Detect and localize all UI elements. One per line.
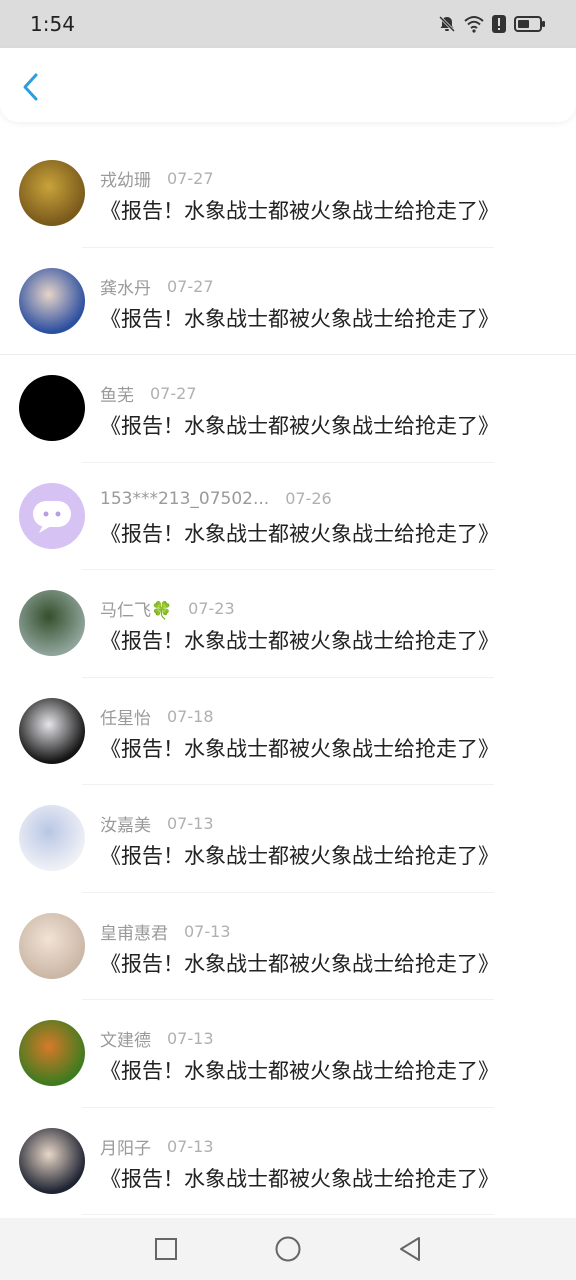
- comment-item[interactable]: 鱼芜 07-27 《报告！水象战士都被火象战士给抢走了》: [0, 355, 576, 463]
- user-name[interactable]: 汝嘉美: [100, 811, 151, 836]
- comment-list[interactable]: 戎幼珊 07-27 《报告！水象战士都被火象战士给抢走了》 龚水丹 07-27 《报告！水…: [0, 122, 576, 1218]
- comment-meta: 汝嘉美 07-13: [100, 811, 214, 836]
- comment-text[interactable]: 《报告！水象战士都被火象战士给抢走了》: [100, 1055, 499, 1085]
- comment-date: 07-23: [188, 599, 235, 618]
- user-name[interactable]: 马仁飞🍀: [100, 596, 172, 621]
- comment-text[interactable]: 《报告！水象战士都被火象战士给抢走了》: [100, 840, 499, 870]
- comment-date: 07-18: [167, 706, 214, 726]
- triangle-back-icon: [400, 1237, 420, 1261]
- system-nav-bar: [0, 1218, 576, 1280]
- comment-item[interactable]: 任星怡 07-18 《报告！水象战士都被火象战士给抢走了》: [0, 678, 576, 785]
- comment-text[interactable]: 《报告！水象战士都被火象战士给抢走了》: [100, 518, 499, 548]
- comment-date: 07-13: [184, 921, 231, 941]
- comment-meta: 戎幼珊 07-27: [100, 166, 214, 191]
- recents-button[interactable]: [149, 1232, 183, 1266]
- comment-meta: 文建德 07-13: [100, 1026, 214, 1051]
- comment-text[interactable]: 《报告！水象战士都被火象战士给抢走了》: [100, 625, 499, 655]
- avatar[interactable]: [19, 1020, 85, 1086]
- comment-meta: 皇甫惠君 07-13: [100, 919, 231, 944]
- wifi-icon: [464, 16, 484, 33]
- divider: [82, 1214, 494, 1215]
- comment-item[interactable]: 马仁飞🍀 07-23 《报告！水象战士都被火象战士给抢走了》: [0, 570, 576, 678]
- comment-date: 07-26: [285, 489, 332, 508]
- comment-date: 07-27: [150, 384, 197, 403]
- comment-text[interactable]: 《报告！水象战士都被火象战士给抢走了》: [100, 1163, 499, 1193]
- user-name[interactable]: 戎幼珊: [100, 166, 151, 191]
- comment-meta: 153***213_07502... 07-26: [100, 489, 332, 509]
- comment-text[interactable]: 《报告！水象战士都被火象战士给抢走了》: [100, 733, 499, 763]
- comment-date: 07-27: [167, 169, 214, 188]
- comment-item[interactable]: 戎幼珊 07-27 《报告！水象战士都被火象战士给抢走了》: [0, 140, 576, 248]
- user-name[interactable]: 月阳子: [100, 1134, 151, 1159]
- circle-icon: [275, 1236, 301, 1262]
- user-name[interactable]: 153***213_07502...: [100, 489, 269, 509]
- comment-text[interactable]: 《报告！水象战士都被火象战士给抢走了》: [100, 948, 499, 978]
- comment-item[interactable]: 汝嘉美 07-13 《报告！水象战士都被火象战士给抢走了》: [0, 785, 576, 893]
- nav-back-button[interactable]: [393, 1232, 427, 1266]
- user-name[interactable]: 龚水丹: [100, 274, 151, 299]
- chat-bubble-icon: [33, 500, 71, 533]
- comment-text[interactable]: 《报告！水象战士都被火象战士给抢走了》: [100, 410, 499, 440]
- comment-text[interactable]: 《报告！水象战士都被火象战士给抢走了》: [100, 195, 499, 225]
- comment-meta: 月阳子 07-13: [100, 1134, 214, 1159]
- back-button[interactable]: [14, 70, 48, 104]
- user-name[interactable]: 皇甫惠君: [100, 919, 168, 944]
- user-name[interactable]: 任星怡: [100, 704, 151, 729]
- avatar[interactable]: [19, 1127, 85, 1194]
- avatar[interactable]: [19, 375, 85, 441]
- comment-item[interactable]: 文建德 07-13 《报告！水象战士都被火象战士给抢走了》: [0, 1000, 576, 1108]
- header: [0, 48, 576, 122]
- comment-text[interactable]: 《报告！水象战士都被火象战士给抢走了》: [100, 303, 499, 333]
- status-icons: [438, 15, 546, 33]
- comment-meta: 任星怡 07-18: [100, 704, 214, 729]
- avatar[interactable]: [19, 590, 85, 656]
- avatar[interactable]: [19, 160, 85, 226]
- battery-icon: [514, 16, 545, 32]
- comment-item[interactable]: 皇甫惠君 07-13 《报告！水象战士都被火象战士给抢走了》: [0, 893, 576, 1000]
- comment-item[interactable]: 龚水丹 07-27 《报告！水象战士都被火象战士给抢走了》: [0, 248, 576, 355]
- avatar[interactable]: [19, 482, 85, 549]
- alert-badge-icon: [492, 15, 506, 33]
- status-time: 1:54: [30, 12, 75, 36]
- comment-date: 07-27: [167, 276, 214, 296]
- user-name[interactable]: 文建德: [100, 1026, 151, 1051]
- chevron-left-icon: [23, 73, 38, 101]
- avatar[interactable]: [19, 912, 85, 979]
- comment-date: 07-13: [167, 1029, 214, 1048]
- comment-date: 07-13: [167, 814, 214, 833]
- status-bar: 1:54: [0, 0, 576, 48]
- home-button[interactable]: [271, 1232, 305, 1266]
- comment-meta: 鱼芜 07-27: [100, 381, 197, 406]
- avatar[interactable]: [19, 267, 85, 334]
- comment-item[interactable]: 月阳子 07-13 《报告！水象战士都被火象战士给抢走了》: [0, 1108, 576, 1215]
- bell-off-icon: [438, 15, 456, 33]
- avatar[interactable]: [19, 697, 85, 764]
- comment-item[interactable]: 153***213_07502... 07-26 《报告！水象战士都被火象战士给抢走…: [0, 463, 576, 570]
- square-icon: [155, 1238, 177, 1260]
- comment-date: 07-13: [167, 1136, 214, 1156]
- avatar[interactable]: [19, 805, 85, 871]
- comment-meta: 马仁飞🍀 07-23: [100, 596, 235, 621]
- comment-meta: 龚水丹 07-27: [100, 274, 214, 299]
- user-name[interactable]: 鱼芜: [100, 381, 134, 406]
